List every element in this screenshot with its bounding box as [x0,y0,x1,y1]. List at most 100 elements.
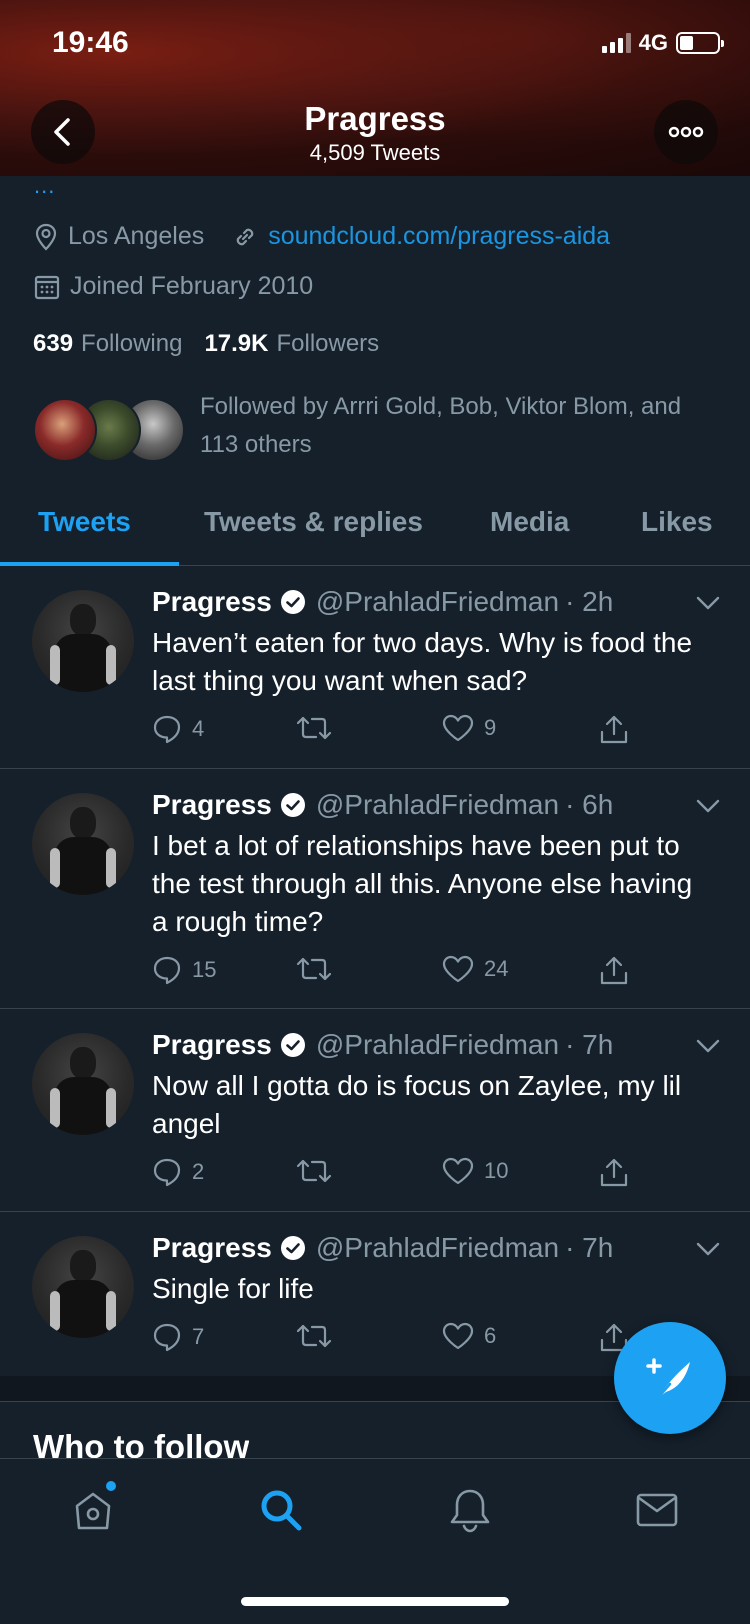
home-indicator[interactable] [241,1597,509,1606]
battery-icon [676,32,724,54]
calendar-icon [34,275,60,299]
tweet-author-name[interactable]: Pragress [152,1029,272,1061]
reply-icon [153,715,181,744]
more-options-button[interactable] [654,100,718,164]
tweet-actions: 4 9 [152,714,632,748]
verified-badge-icon [280,793,305,817]
tab-tweets-replies[interactable]: Tweets & replies [204,506,423,538]
chevron-down-icon[interactable] [696,596,720,610]
heart-icon [442,1157,474,1185]
share-icon [600,1158,628,1187]
like-button[interactable]: 10 [442,1157,508,1185]
search-icon [261,1490,302,1531]
retweet-button[interactable] [296,1157,342,1185]
mail-icon [636,1493,678,1527]
who-to-follow-heading: Who to follow [33,1428,250,1458]
like-button[interactable]: 6 [442,1322,496,1350]
reply-icon [153,956,181,985]
followers-count: 17.9K [204,330,269,357]
following-stat[interactable]: 639 Following [33,330,182,358]
tweet-handle[interactable]: @PrahladFriedman [316,1029,559,1061]
tweet-actions: 15 24 [152,955,632,989]
avatar[interactable] [32,1236,134,1338]
tweet-handle[interactable]: @PrahladFriedman [316,586,559,618]
heart-icon [442,714,474,742]
nav-home[interactable] [68,1481,118,1535]
like-count: 10 [484,1158,509,1183]
avatar[interactable] [32,590,134,692]
like-button[interactable]: 24 [442,955,508,983]
tweet-text: Now all I gotta do is focus on Zaylee, m… [152,1070,682,1139]
retweet-button[interactable] [296,1322,342,1350]
compose-tweet-button[interactable] [614,1322,726,1434]
followers-label: Followers [276,330,380,357]
tweet-handle[interactable]: @PrahladFriedman [316,789,559,821]
reply-button[interactable]: 7 [152,1322,204,1352]
compose-feather-icon [646,1358,690,1400]
like-button[interactable]: 9 [442,714,496,742]
retweet-icon [296,957,332,981]
tweet-count: 4,509 Tweets [309,140,441,165]
notification-dot [106,1481,116,1491]
share-button[interactable] [598,1157,630,1189]
share-button[interactable] [598,714,630,746]
tweet-author-name[interactable]: Pragress [152,586,272,618]
retweet-button[interactable] [296,714,342,742]
following-label: Following [81,330,183,357]
header-title: Pragress 4,509 Tweets [0,100,750,166]
reply-button[interactable]: 2 [152,1157,204,1187]
retweet-icon [296,1159,332,1183]
avatar[interactable] [32,1033,134,1135]
tab-likes[interactable]: Likes [641,506,713,538]
profile-tabs: Tweets Tweets & replies Media Likes [0,482,750,566]
reply-icon [153,1158,181,1187]
tweet-time: · 7h [565,1029,614,1060]
tweet[interactable]: Pragress @PrahladFriedman · 6h I bet a l… [0,769,750,1009]
reply-button[interactable]: 4 [152,714,204,744]
chevron-down-icon[interactable] [696,1242,720,1256]
link-icon [236,228,254,245]
tweet-time: · 2h [565,586,614,617]
reply-count: 7 [192,1324,205,1349]
location-text: Los Angeles [68,222,205,250]
nav-messages[interactable] [632,1485,682,1535]
share-icon [600,956,628,985]
follow-stats: 639 Following 17.9K Followers [33,330,379,358]
like-count: 24 [484,956,509,981]
tweet-handle[interactable]: @PrahladFriedman [316,1232,559,1264]
reply-count: 2 [192,1159,205,1184]
share-icon [600,715,628,744]
tweet-author-name[interactable]: Pragress [152,789,272,821]
joined-text: Joined February 2010 [70,272,314,300]
website-link[interactable]: soundcloud.com/pragress-aida [268,222,610,251]
nav-notifications[interactable] [445,1485,495,1535]
reply-button[interactable]: 15 [152,955,216,985]
tweet-text: Haven’t eaten for two days. Why is food … [152,627,693,696]
status-time: 19:46 [52,26,129,59]
avatar[interactable] [32,793,134,895]
tweet[interactable]: Pragress @PrahladFriedman · 2h Haven’t e… [0,566,750,769]
tweet-header: Pragress @PrahladFriedman · 2h [152,586,613,618]
followed-by-text[interactable]: Followed by Arrri Gold, Bob, Viktor Blom… [200,388,720,464]
retweet-button[interactable] [296,955,342,983]
tweet-text: I bet a lot of relationships have been p… [152,830,693,937]
chevron-down-icon[interactable] [696,1039,720,1053]
share-button[interactable] [598,955,630,987]
tab-tweets[interactable]: Tweets [38,506,131,538]
tab-media[interactable]: Media [490,506,569,538]
followed-by-avatars[interactable] [33,398,185,464]
chevron-down-icon[interactable] [696,799,720,813]
bio-more-link[interactable]: ... [34,175,55,197]
verified-badge-icon [280,590,305,614]
tweet-author-name[interactable]: Pragress [152,1232,272,1264]
home-icon [75,1492,111,1530]
heart-icon [442,1322,474,1350]
network-type: 4G [638,30,668,55]
nav-search[interactable] [256,1485,306,1535]
retweet-icon [296,716,332,740]
reply-icon [153,1323,181,1352]
followers-stat[interactable]: 17.9K Followers [204,330,379,358]
tweet[interactable]: Pragress @PrahladFriedman · 7h Now all I… [0,1009,750,1212]
heart-icon [442,955,474,983]
following-count: 639 [33,330,74,357]
